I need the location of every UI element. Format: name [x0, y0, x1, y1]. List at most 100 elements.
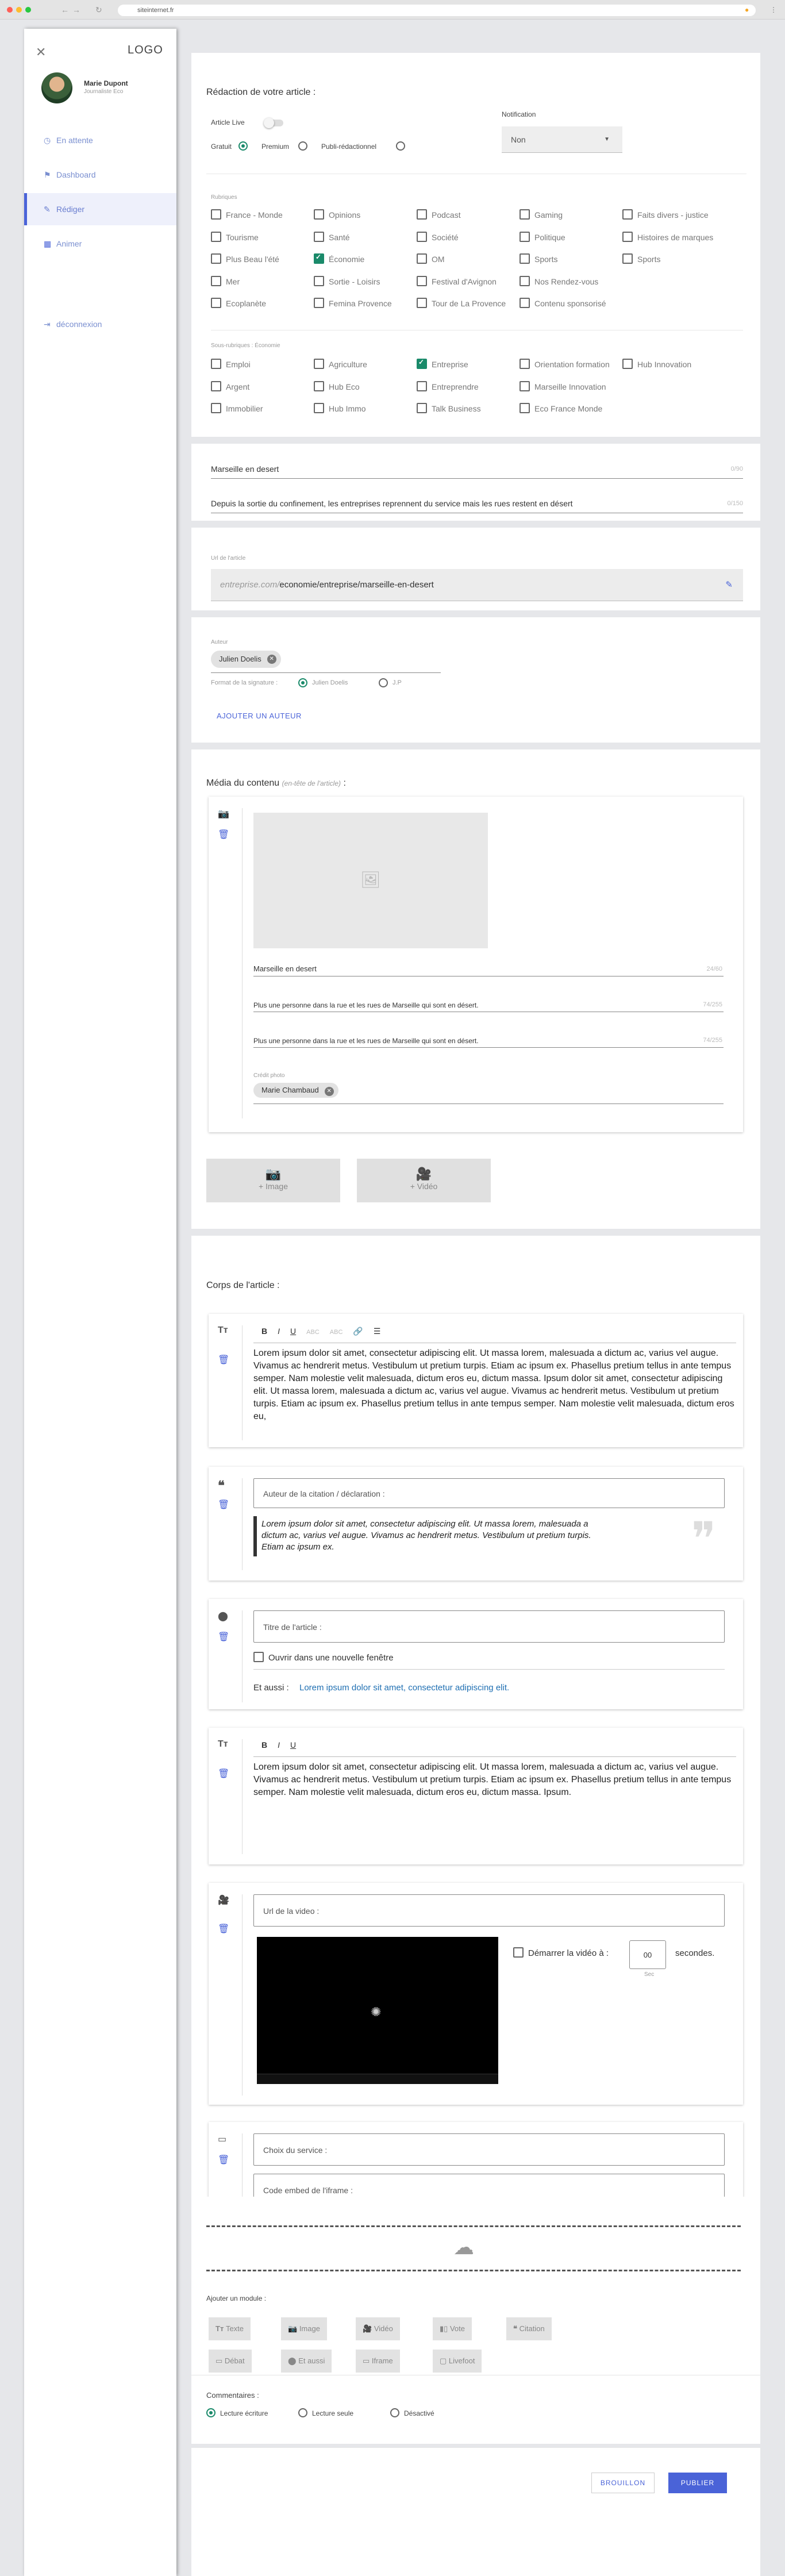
checkbox-talk-business[interactable]: Talk Business — [417, 403, 481, 413]
italic-button[interactable]: I — [278, 1740, 280, 1750]
link-title-input[interactable]: Titre de l'article : — [253, 1610, 725, 1643]
close-window-dot[interactable] — [7, 7, 13, 13]
checkbox-hub-innovation[interactable]: Hub Innovation — [622, 359, 691, 369]
trash-icon[interactable]: 🗑 — [218, 1923, 229, 1935]
add-image-module[interactable]: 📷 Image — [281, 2317, 327, 2340]
forward-icon[interactable]: → — [72, 5, 80, 14]
checkbox-orientation-formation[interactable]: Orientation formation — [520, 359, 610, 369]
checkbox-contenu-sponsorise[interactable]: Contenu sponsorisé — [520, 298, 606, 308]
url-field[interactable]: entreprise.com/economie/entreprise/marse… — [211, 569, 743, 601]
trash-icon[interactable]: 🗑 — [218, 829, 229, 840]
bold-button[interactable]: B — [261, 1740, 267, 1750]
checkbox-hub-eco[interactable]: Hub Eco — [314, 381, 360, 391]
checkbox-om[interactable]: OM — [417, 253, 445, 264]
checkbox-economie[interactable]: Économie — [314, 253, 364, 264]
drop-zone[interactable]: ☁ — [206, 2225, 741, 2271]
trash-icon[interactable]: 🗑 — [218, 2154, 229, 2166]
extension-icon[interactable]: ● — [745, 6, 749, 14]
checkbox-sortie-loisirs[interactable]: Sortie - Loisirs — [314, 276, 380, 286]
checkbox-sports[interactable]: Sports — [520, 253, 557, 264]
maximize-window-dot[interactable] — [25, 7, 31, 13]
italic-button[interactable]: I — [278, 1327, 280, 1336]
format-radio-2[interactable] — [379, 678, 388, 687]
checkbox-entreprendre[interactable]: Entreprendre — [417, 381, 479, 391]
add-text-module[interactable]: Tт Texte — [209, 2317, 251, 2340]
notification-select[interactable]: Non ▼ — [502, 126, 622, 153]
back-icon[interactable]: ← — [61, 5, 69, 14]
caption-input[interactable]: Marseille en desert — [253, 964, 317, 973]
trash-icon[interactable]: 🗑 — [218, 1631, 229, 1643]
credit-chip[interactable]: Marie Chambaud — [253, 1083, 338, 1098]
et-aussi-link[interactable]: Lorem ipsum dolor sit amet, consectetur … — [299, 1683, 509, 1693]
avatar[interactable] — [41, 72, 72, 103]
add-livefoot-module[interactable]: ▢ Livefoot — [433, 2350, 482, 2373]
list-icon[interactable]: ☰ — [374, 1327, 381, 1336]
checkbox-agriculture[interactable]: Agriculture — [314, 359, 367, 369]
checkbox-faits-divers-justice[interactable]: Faits divers - justice — [622, 209, 709, 220]
article-title-input[interactable]: Marseille en desert — [211, 464, 279, 474]
type-publi-radio[interactable] — [396, 141, 405, 151]
checkbox-tourisme[interactable]: Tourisme — [211, 232, 259, 242]
sidebar-item-dashboard[interactable]: ⚑ Dashboard — [24, 159, 176, 191]
video-player[interactable]: ✺ — [257, 1937, 498, 2084]
bold-button[interactable]: B — [261, 1327, 267, 1336]
checkbox-femina-provence[interactable]: Femina Provence — [314, 298, 392, 308]
sidebar-item-deconnexion[interactable]: ⇥ déconnexion — [24, 308, 176, 340]
reload-icon[interactable]: ↻ — [95, 5, 102, 15]
article-live-toggle[interactable] — [264, 118, 283, 128]
service-select[interactable]: Choix du service : — [253, 2133, 725, 2166]
alt-text-1[interactable]: Plus une personne dans la rue et les rue… — [253, 1001, 479, 1009]
trash-icon[interactable]: 🗑 — [218, 1768, 229, 1779]
minimize-window-dot[interactable] — [16, 7, 22, 13]
trash-icon[interactable]: 🗑 — [218, 1499, 229, 1510]
checkbox-france-monde[interactable]: France - Monde — [211, 209, 283, 220]
checkbox-opinions[interactable]: Opinions — [314, 209, 360, 220]
checkbox-hub-immo[interactable]: Hub Immo — [314, 403, 366, 413]
checkbox-tour-de-la-provence[interactable]: Tour de La Provence — [417, 298, 506, 308]
edit-icon[interactable]: ✎ — [725, 569, 733, 601]
sidebar-item-animer[interactable]: ▦ Animer — [24, 228, 176, 260]
alt-text-2[interactable]: Plus une personne dans la rue et les rue… — [253, 1037, 479, 1045]
checkbox-festival-d-avignon[interactable]: Festival d'Avignon — [417, 276, 497, 286]
text-body[interactable]: Lorem ipsum dolor sit amet, consectetur … — [253, 1761, 736, 1799]
publish-button[interactable]: PUBLIER — [668, 2473, 727, 2493]
checkbox-podcast[interactable]: Podcast — [417, 209, 461, 220]
auteur-chip[interactable]: Julien Doelis — [211, 651, 281, 668]
checkbox-eco-france-monde[interactable]: Eco France Monde — [520, 403, 602, 413]
comments-read-write-radio[interactable] — [206, 2408, 216, 2417]
checkbox-plus-beau-l-ete[interactable]: Plus Beau l'été — [211, 253, 279, 264]
add-debat-module[interactable]: ▭ Débat — [209, 2350, 252, 2373]
quote-author-input[interactable]: Auteur de la citation / déclaration : — [253, 1478, 725, 1508]
trash-icon[interactable]: 🗑 — [218, 1354, 229, 1366]
article-subtitle-input[interactable]: Depuis la sortie du confinement, les ent… — [211, 499, 573, 508]
add-iframe-module[interactable]: ▭ Iframe — [356, 2350, 400, 2373]
add-vote-module[interactable]: ▮▯ Vote — [433, 2317, 472, 2340]
checkbox-societe[interactable]: Société — [417, 232, 459, 242]
sidebar-item-en-attente[interactable]: ◷ En attente — [24, 124, 176, 156]
add-author-button[interactable]: AJOUTER UN AUTEUR — [217, 712, 302, 720]
strike-button[interactable]: ABC — [306, 1329, 320, 1336]
add-image-button[interactable]: 📷 + Image — [206, 1159, 340, 1202]
text-body[interactable]: Lorem ipsum dolor sit amet, consectetur … — [253, 1347, 736, 1438]
close-icon[interactable]: ✕ — [36, 45, 46, 60]
draft-button[interactable]: BROUILLON — [591, 2473, 655, 2493]
video-controls[interactable] — [257, 2074, 498, 2084]
subscript-button[interactable]: ABC — [330, 1329, 343, 1336]
video-url-input[interactable]: Url de la video : — [253, 1894, 725, 1927]
checkbox-entreprise[interactable]: Entreprise — [417, 358, 468, 369]
address-bar[interactable]: siteinternet.fr — [118, 5, 756, 16]
add-citation-module[interactable]: ❝ Citation — [506, 2317, 552, 2340]
underline-button[interactable]: U — [290, 1740, 296, 1750]
checkbox-sports[interactable]: Sports — [622, 253, 660, 264]
checkbox-marseille-innovation[interactable]: Marseille Innovation — [520, 381, 606, 391]
add-video-button[interactable]: 🎥 + Vidéo — [357, 1159, 491, 1202]
type-premium-radio[interactable] — [298, 141, 307, 151]
add-et-aussi-module[interactable]: ⬤ Et aussi — [281, 2350, 332, 2373]
checkbox-emploi[interactable]: Emploi — [211, 359, 251, 369]
checkbox-mer[interactable]: Mer — [211, 276, 240, 286]
checkbox-histoires-de-marques[interactable]: Histoires de marques — [622, 232, 713, 242]
checkbox-argent[interactable]: Argent — [211, 381, 249, 391]
checkbox-sante[interactable]: Santé — [314, 232, 350, 242]
add-video-module[interactable]: 🎥 Vidéo — [356, 2317, 400, 2340]
type-gratuit-radio[interactable] — [238, 141, 248, 151]
